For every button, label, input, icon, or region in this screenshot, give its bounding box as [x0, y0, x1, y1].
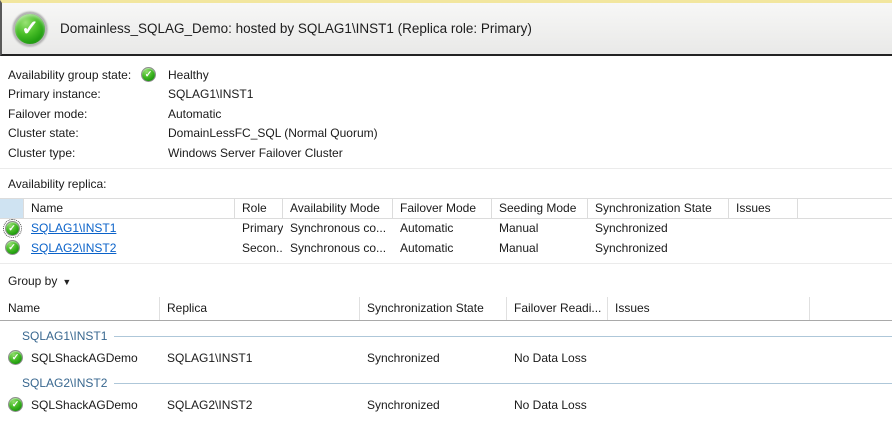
column-header-synchronization-state: Synchronization State — [360, 297, 507, 320]
replica-table: Name Role Availability Mode Failover Mod… — [0, 198, 892, 258]
replica-availability-mode: Synchronous co... — [283, 221, 393, 235]
summary-value: DomainLessFC_SQL (Normal Quorum) — [168, 126, 378, 140]
database-name: SQLShackAGDemo — [31, 398, 138, 412]
group-by-label: Group by — [8, 274, 57, 288]
column-header-filler — [798, 199, 892, 218]
database-failover-readiness: No Data Loss — [507, 351, 608, 365]
replica-role: Secon... — [235, 241, 283, 255]
database-replica: SQLAG2\INST2 — [160, 398, 360, 412]
replica-availability-mode: Synchronous co... — [283, 241, 393, 255]
status-column-header — [0, 199, 24, 218]
healthy-status-icon: ✓ — [13, 12, 47, 46]
group-header-label: SQLAG1\INST1 — [22, 329, 107, 343]
healthy-status-icon: ✓ — [8, 397, 23, 412]
group-header-row: SQLAG2\INST2 — [0, 374, 892, 393]
group-header-line — [114, 383, 892, 384]
replica-synchronization-state: Synchronized — [588, 241, 729, 255]
database-row[interactable]: ✓ SQLShackAGDemo SQLAG2\INST2 Synchroniz… — [0, 395, 892, 415]
summary-label: Cluster state: — [8, 126, 141, 140]
replica-synchronization-state: Synchronized — [588, 221, 729, 235]
groupby-bar: Group by ▼ — [0, 264, 892, 297]
replica-seeding-mode: Manual — [492, 241, 588, 255]
replica-seeding-mode: Manual — [492, 221, 588, 235]
summary-label: Cluster type: — [8, 146, 141, 160]
database-table-header: Name Replica Synchronization State Failo… — [0, 297, 892, 321]
database-failover-readiness: No Data Loss — [507, 398, 608, 412]
column-header-replica: Replica — [160, 297, 360, 320]
replica-row[interactable]: ✓ SQLAG2\INST2 Secon... Synchronous co..… — [0, 238, 892, 258]
column-header-availability-mode: Availability Mode — [283, 199, 393, 218]
database-replica: SQLAG1\INST1 — [160, 351, 360, 365]
healthy-status-icon: ✓ — [5, 221, 20, 236]
column-header-name: Name — [24, 199, 235, 218]
database-synchronization-state: Synchronized — [360, 351, 507, 365]
column-header-failover-readiness: Failover Readi... — [507, 297, 608, 320]
column-header-name: Name — [0, 297, 160, 320]
column-header-filler — [810, 297, 892, 320]
replica-failover-mode: Automatic — [393, 241, 492, 255]
replica-section-label: Availability replica: — [0, 169, 892, 198]
summary-row-cluster-type: Cluster type: Windows Server Failover Cl… — [8, 143, 892, 163]
page-title: Domainless_SQLAG_Demo: hosted by SQLAG1\… — [60, 21, 532, 36]
summary-row-failover-mode: Failover mode: Automatic — [8, 104, 892, 124]
column-header-issues: Issues — [729, 199, 798, 218]
column-header-failover-mode: Failover Mode — [393, 199, 492, 218]
check-glyph: ✓ — [21, 16, 39, 41]
column-header-issues: Issues — [608, 297, 810, 320]
summary-label: Primary instance: — [8, 87, 141, 101]
column-header-synchronization-state: Synchronization State — [588, 199, 729, 218]
summary-row-primary-instance: Primary instance: SQLAG1\INST1 — [8, 85, 892, 105]
summary-value: SQLAG1\INST1 — [168, 87, 253, 101]
summary-value: Automatic — [168, 107, 221, 121]
chevron-down-icon: ▼ — [62, 277, 71, 287]
column-header-role: Role — [235, 199, 283, 218]
database-synchronization-state: Synchronized — [360, 398, 507, 412]
replica-row[interactable]: ✓ SQLAG1\INST1 Primary Synchronous co...… — [0, 219, 892, 239]
database-name: SQLShackAGDemo — [31, 351, 138, 365]
database-table: Name Replica Synchronization State Failo… — [0, 297, 892, 415]
group-by-button[interactable]: Group by ▼ — [8, 274, 71, 288]
database-row[interactable]: ✓ SQLShackAGDemo SQLAG1\INST1 Synchroniz… — [0, 348, 892, 368]
summary-row-state: Availability group state: ✓ Healthy — [8, 65, 892, 85]
replica-table-header: Name Role Availability Mode Failover Mod… — [0, 198, 892, 219]
replica-link[interactable]: SQLAG2\INST2 — [31, 241, 116, 255]
summary-label: Availability group state: — [8, 68, 141, 82]
healthy-status-icon: ✓ — [5, 240, 20, 255]
dashboard-header: ✓ Domainless_SQLAG_Demo: hosted by SQLAG… — [0, 0, 892, 56]
summary-value: Healthy — [168, 68, 209, 82]
ag-dashboard: ✓ Domainless_SQLAG_Demo: hosted by SQLAG… — [0, 0, 892, 447]
group-header-row: SQLAG1\INST1 — [0, 327, 892, 346]
summary-label: Failover mode: — [8, 107, 141, 121]
ag-summary: Availability group state: ✓ Healthy Prim… — [0, 56, 892, 163]
replica-link[interactable]: SQLAG1\INST1 — [31, 221, 116, 235]
replica-role: Primary — [235, 221, 283, 235]
column-header-seeding-mode: Seeding Mode — [492, 199, 588, 218]
summary-row-cluster-state: Cluster state: DomainLessFC_SQL (Normal … — [8, 124, 892, 144]
group-header-line — [114, 336, 892, 337]
group-header-label: SQLAG2\INST2 — [22, 376, 107, 390]
healthy-status-icon: ✓ — [141, 67, 156, 82]
summary-value: Windows Server Failover Cluster — [168, 146, 343, 160]
healthy-status-icon: ✓ — [8, 350, 23, 365]
replica-failover-mode: Automatic — [393, 221, 492, 235]
